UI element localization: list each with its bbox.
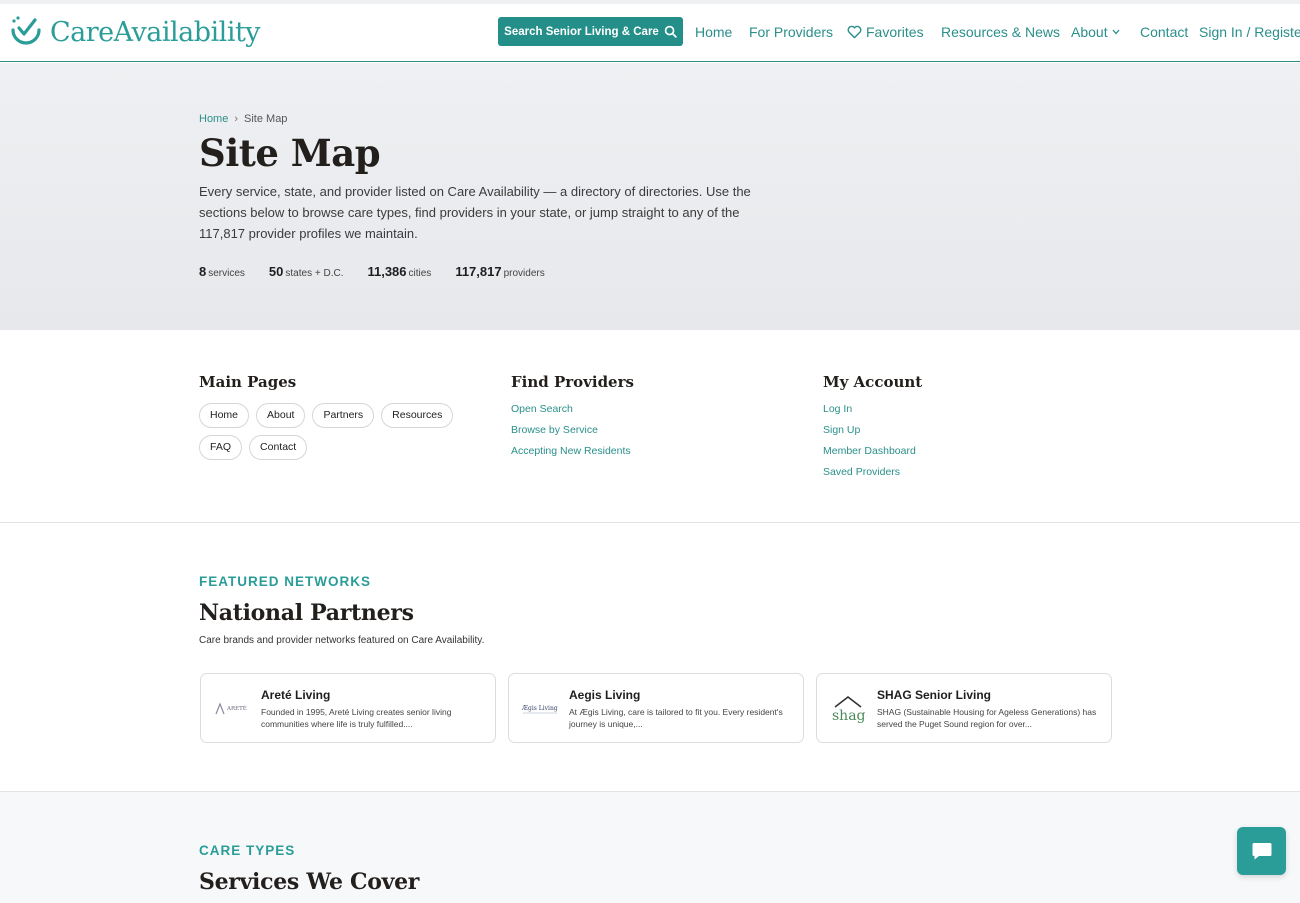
stat-providers: 117,817 providers <box>455 263 544 281</box>
care-types-title: Services We Cover <box>199 869 420 895</box>
nav-home[interactable]: Home <box>695 24 732 40</box>
search-icon <box>664 25 677 38</box>
my-account-list: Log In Sign Up Member Dashboard Saved Pr… <box>823 403 922 479</box>
main-pages-title: Main Pages <box>199 373 297 391</box>
stat-value: 117,817 <box>455 264 502 279</box>
link-member-dashboard[interactable]: Member Dashboard <box>823 445 922 458</box>
partners-title: National Partners <box>199 600 414 626</box>
stat-label: states + D.C. <box>285 268 344 279</box>
pill-partners[interactable]: Partners <box>312 403 375 428</box>
my-account-title: My Account <box>823 373 923 391</box>
check-smile-icon <box>11 16 41 45</box>
nav-resources-news[interactable]: Resources & News <box>941 24 1060 40</box>
partner-card-shag[interactable]: shag SHAG Senior Living SHAG (Sustainabl… <box>816 673 1112 743</box>
nav-for-providers[interactable]: For Providers <box>749 24 833 40</box>
main-pages-column: Main Pages Home About Partners Resources… <box>199 373 479 460</box>
link-log-in[interactable]: Log In <box>823 403 922 416</box>
partner-card-arete[interactable]: ARETÉ Areté Living Founded in 1995, Aret… <box>200 673 496 743</box>
link-saved-providers[interactable]: Saved Providers <box>823 466 922 479</box>
nav-about-label: About <box>1071 24 1108 40</box>
link-accepting-new-residents[interactable]: Accepting New Residents <box>511 445 634 458</box>
stat-label: providers <box>503 268 545 279</box>
aegis-logo: Ægis Living <box>521 694 559 724</box>
stats-row: 8 services 50 states + D.C. 11,386 cities 1… <box>199 263 545 281</box>
nav-signin-label: Sign In / Register <box>1199 24 1300 40</box>
breadcrumb-separator: › <box>234 113 239 125</box>
pill-contact[interactable]: Contact <box>249 435 308 460</box>
nav-providers-label: For Providers <box>749 24 834 40</box>
stat-value: 8 <box>199 264 207 279</box>
link-sign-up[interactable]: Sign Up <box>823 424 922 437</box>
pill-faq[interactable]: FAQ <box>199 435 243 460</box>
nav-favorites[interactable]: Favorites <box>847 24 924 40</box>
nav-favorites-label: Favorites <box>866 24 924 40</box>
hero-section: Home › Site Map Site Map Every service, st… <box>0 63 1300 330</box>
brand-name: CareAvailability <box>50 16 261 48</box>
my-account-column: My Account Log In Sign Up Member Dashboa… <box>823 373 922 479</box>
find-providers-column: Find Providers Open Search Browse by Ser… <box>511 373 634 458</box>
stat-value: 11,386 <box>367 264 407 279</box>
partner-name: Areté Living <box>261 688 331 702</box>
link-browse-by-service[interactable]: Browse by Service <box>511 424 634 437</box>
chat-bubble-icon <box>1252 843 1271 860</box>
site-header: CareAvailability Search Senior Living & … <box>0 4 1300 62</box>
partner-description: Founded in 1995, Areté Living creates se… <box>261 707 452 729</box>
nav-home-label: Home <box>695 24 733 40</box>
chat-button[interactable] <box>1237 827 1286 875</box>
breadcrumb-home[interactable]: Home <box>199 113 228 125</box>
breadcrumb-current: Site Map <box>244 113 288 125</box>
shag-logo-text: shag <box>832 708 866 724</box>
find-providers-list: Open Search Browse by Service Accepting … <box>511 403 634 458</box>
stat-value: 50 <box>268 264 284 279</box>
search-button-label: Search Senior Living & Care <box>504 25 659 38</box>
partner-description: At Ægis Living, care is tailored to fit … <box>569 707 783 729</box>
partner-name: Aegis Living <box>569 688 641 702</box>
stat-label: cities <box>408 268 432 279</box>
shag-logo: shag <box>829 694 867 724</box>
find-providers-title: Find Providers <box>511 373 634 391</box>
arete-logo-text: ARETÉ <box>226 704 247 712</box>
care-types-section <box>0 791 1300 903</box>
link-open-search[interactable]: Open Search <box>511 403 634 416</box>
brand-logo[interactable]: CareAvailability <box>8 14 261 50</box>
heart-icon <box>847 25 862 39</box>
stat-services: 8 services <box>199 263 245 281</box>
chevron-down-icon <box>1112 29 1120 35</box>
nav-signin-register[interactable]: Sign In / Register <box>1199 24 1300 40</box>
partners-subtitle: Care brands and provider networks featur… <box>199 635 485 646</box>
page-title: Site Map <box>199 131 381 175</box>
partners-eyebrow: FEATURED NETWORKS <box>199 574 371 589</box>
main-pages-list: Home About Partners Resources FAQ Contac… <box>199 403 479 460</box>
nav-resources-label: Resources & News <box>941 24 1061 40</box>
page-description: Every service, state, and provider liste… <box>199 184 751 241</box>
pill-home[interactable]: Home <box>199 403 250 428</box>
pill-resources[interactable]: Resources <box>381 403 454 428</box>
pill-about[interactable]: About <box>256 403 306 428</box>
search-senior-living-button[interactable]: Search Senior Living & Care <box>498 17 683 46</box>
stat-cities: 11,386 cities <box>367 263 431 281</box>
section-divider <box>0 522 1300 523</box>
nav-contact[interactable]: Contact <box>1140 24 1188 40</box>
partner-description: SHAG (Sustainable Housing for Ageless Ge… <box>877 707 1097 729</box>
partner-card-aegis[interactable]: Ægis Living Aegis Living At Ægis Living,… <box>508 673 804 743</box>
nav-about[interactable]: About <box>1071 24 1120 40</box>
stat-label: services <box>208 268 245 279</box>
breadcrumb: Home › Site Map <box>199 113 287 125</box>
arete-logo: ARETÉ <box>213 694 251 724</box>
stat-states: 50 states + D.C. <box>269 263 344 281</box>
nav-contact-label: Contact <box>1140 24 1189 40</box>
partner-name: SHAG Senior Living <box>877 688 992 702</box>
aegis-logo-text: Ægis Living <box>521 705 558 712</box>
care-types-eyebrow: CARE TYPES <box>199 843 296 858</box>
